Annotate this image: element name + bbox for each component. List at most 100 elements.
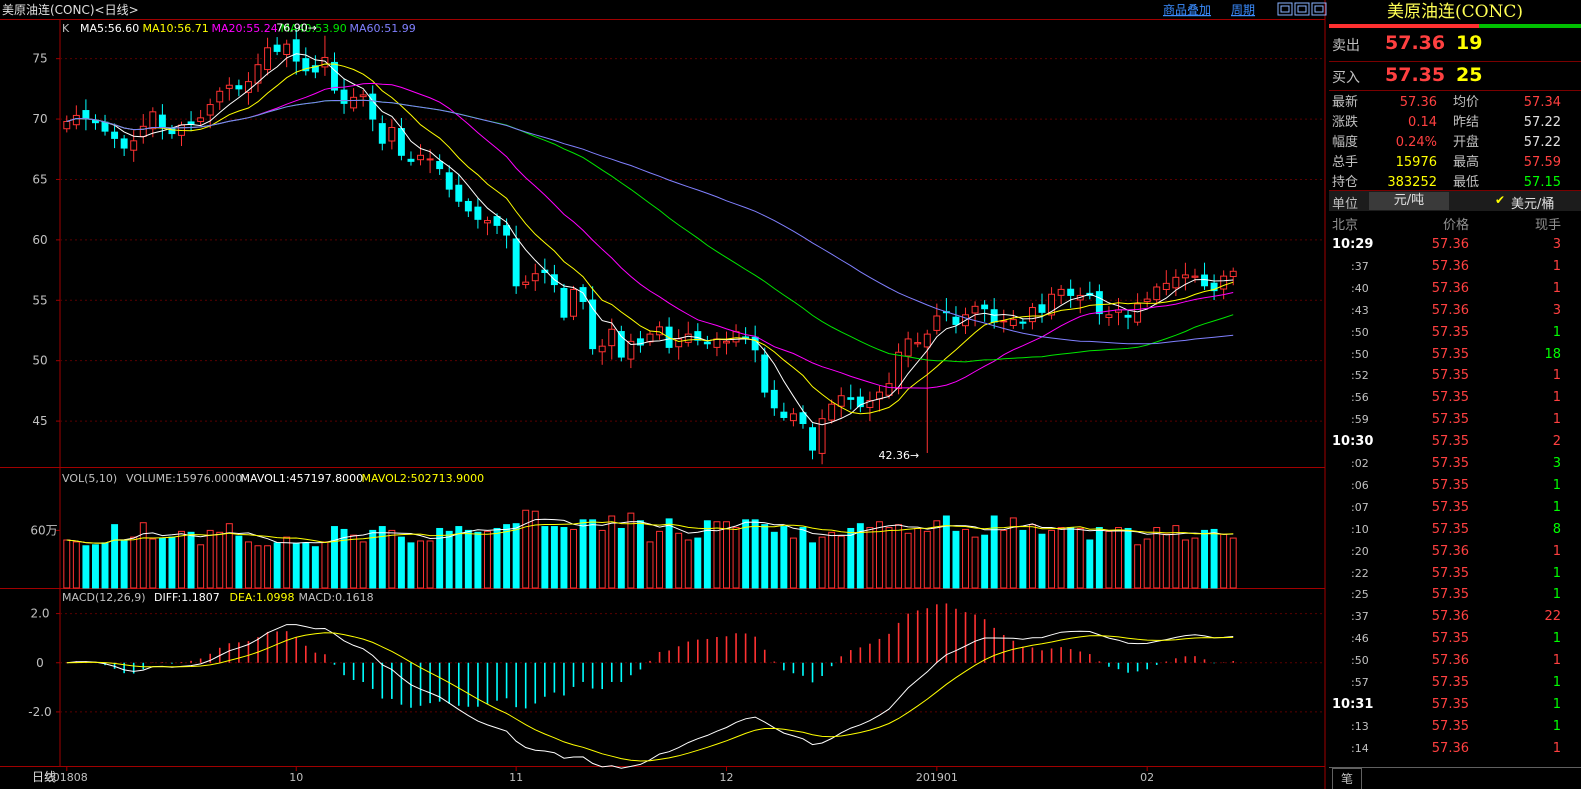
ticks-header-price: 价格 [1442,218,1469,233]
tick-time: :52 [1351,369,1369,383]
candle-body [426,158,434,161]
volume-bar [1009,517,1017,589]
tick-price: 57.36 [1431,543,1469,559]
volume-bar [426,540,434,589]
macd-legend: MACD:0.1618 [299,591,374,604]
symbol-title: 美原油连(CONC) [1386,2,1524,22]
unit-cny-option[interactable]: 元/吨 [1369,192,1449,210]
candle-body [111,131,119,139]
volume-bar [789,537,797,589]
tick-row: :56 57.35 1 [1329,387,1581,409]
volume-bar [1191,537,1199,589]
candle-body [1220,275,1228,290]
candle-body [952,316,960,325]
volume-bar [560,527,568,589]
tick-qty: 1 [1552,324,1561,340]
y-tick-label: 60 [32,233,47,247]
volume-bar [206,529,214,589]
x-tick-label: 11 [509,771,523,784]
tick-row: :10 57.35 8 [1329,519,1581,541]
tick-price: 57.35 [1431,631,1469,647]
candle-body [1057,288,1065,296]
candle-body [598,345,606,353]
y-tick-label: 70 [32,112,47,126]
volume-bar [302,542,310,589]
candle-body [522,281,530,286]
candle-body [417,154,425,161]
volume-bar [923,530,931,589]
volume-bar [1095,527,1103,589]
tick-price: 57.35 [1431,456,1469,471]
tab-trades[interactable]: 笔 [1332,768,1362,789]
volume-bar [608,515,616,589]
volume-bar [149,538,157,589]
tick-price: 57.35 [1431,696,1469,712]
tick-time: :43 [1351,303,1369,317]
candle-body [493,216,501,226]
volume-bar [187,531,195,589]
tick-time: :25 [1351,588,1369,602]
tick-price: 57.35 [1431,346,1469,362]
stat-row: 幅度 0.24% 开盘 57.22 [1329,133,1581,153]
volume-bar [828,531,836,589]
x-tick-label: 12 [719,771,733,784]
volume-bar [1086,539,1094,589]
stat-label: 昨结 [1453,115,1480,130]
volume-bar [895,524,903,589]
unit-usd-option[interactable]: 美元/桶 [1511,193,1554,212]
stat-value: 57.34 [1523,95,1561,110]
candle-body [895,351,903,390]
volume-bar [1162,533,1170,589]
tick-price: 57.36 [1431,609,1469,625]
candle [560,283,568,321]
stat-value: 57.22 [1523,115,1561,130]
kline-chart[interactable]: 美原油连(CONC)<日线> 商品叠加 周期 75 70 65 60 55 50 45 K MA5:5… [0,0,1329,789]
stat-label: 最新 [1332,95,1359,110]
x-tick-label: 02 [1140,771,1154,784]
volume-bar [101,542,109,589]
candle-body [464,200,472,212]
volume-bar [1201,529,1209,589]
tick-qty: 1 [1552,631,1561,647]
period-link[interactable]: 周期 [1231,3,1255,17]
candle-body [1067,288,1075,296]
volume-bar [311,546,319,589]
tick-price: 57.35 [1431,565,1469,581]
volume-bar [82,545,90,589]
candle-body [770,389,778,409]
tick-time: :50 [1351,325,1369,339]
candle-body [1191,275,1199,278]
volume-bar [1057,527,1065,589]
volume-bar [235,535,243,589]
tick-qty: 22 [1544,609,1561,625]
tick-price: 57.35 [1431,718,1469,734]
candle-body [474,206,482,220]
volume-bar [1210,528,1218,589]
tick-price: 57.36 [1431,237,1469,252]
tick-qty: 1 [1552,718,1561,734]
tick-row: :40 57.36 1 [1329,278,1581,300]
stat-value: 57.59 [1523,155,1561,170]
stat-row: 总手 15976 最高 57.59 [1329,153,1581,173]
volume-bar [388,529,396,589]
volume-bar [952,530,960,589]
candle-body [63,120,71,130]
tick-time: :10 [1351,522,1369,536]
tick-time: :20 [1351,544,1369,558]
overlay-link[interactable]: 商品叠加 [1163,2,1211,17]
candle-body [1153,286,1161,301]
candle-body [397,128,405,156]
tick-price: 57.35 [1431,499,1469,515]
volume-bar [483,530,491,589]
volume-bar [751,519,759,589]
macd-tick-label: 2.0 [30,607,49,621]
tick-row: :50 57.35 1 [1329,322,1581,344]
stat-value: 0.24% [1395,135,1437,150]
candle-body [216,90,224,103]
candle-body [1095,291,1103,315]
tick-price: 57.36 [1431,653,1469,669]
candle-body [589,299,597,350]
volume-bar [503,524,511,589]
candle-body [646,333,654,343]
volume-bar [627,512,635,589]
